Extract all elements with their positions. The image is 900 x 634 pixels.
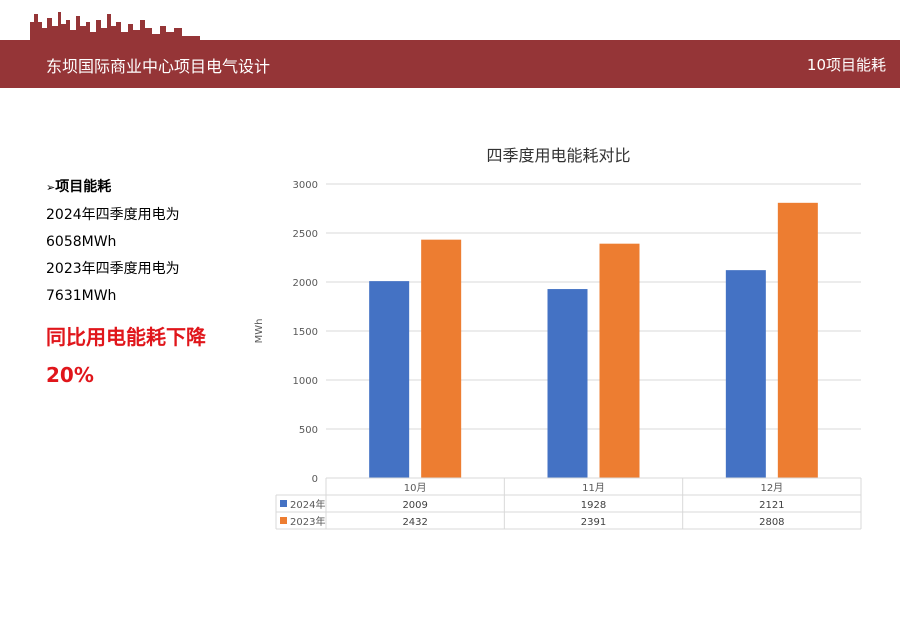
x-tick-label: 12月 <box>760 482 783 494</box>
bar-chart: 四季度用电能耗对比 0 500 1000 1500 2000 2500 3000 MWh 10月 1… <box>254 146 862 530</box>
x-tick-label: 11月 <box>582 482 605 494</box>
bar-2024 <box>369 281 410 478</box>
bar-2023 <box>599 243 640 478</box>
bar-2024 <box>547 289 588 478</box>
legend-swatch <box>280 500 287 507</box>
legend-label: 2023年 <box>290 515 325 528</box>
data-label: 2121 <box>759 500 784 511</box>
data-label: 2009 <box>402 500 427 511</box>
data-label: 2808 <box>759 517 784 528</box>
bar-2023 <box>777 202 818 479</box>
x-tick-label: 10月 <box>404 482 427 494</box>
y-tick-label: 0 <box>312 474 318 485</box>
y-tick-label: 1500 <box>293 327 318 338</box>
bar-2024 <box>725 270 766 478</box>
legend-swatch <box>280 517 287 524</box>
data-label: 2391 <box>581 517 606 528</box>
y-tick-label: 1000 <box>293 376 318 387</box>
y-tick-label: 2000 <box>293 278 318 289</box>
bar-2023 <box>421 239 462 478</box>
y-tick-label: 2500 <box>293 229 318 240</box>
y-tick-label: 3000 <box>293 180 318 191</box>
y-tick-label: 500 <box>299 425 318 436</box>
data-label: 2432 <box>402 517 427 528</box>
chart-title: 四季度用电能耗对比 <box>486 146 630 165</box>
data-label: 1928 <box>581 500 606 511</box>
y-axis-label: MWh <box>254 319 265 344</box>
legend-label: 2024年 <box>290 498 325 511</box>
